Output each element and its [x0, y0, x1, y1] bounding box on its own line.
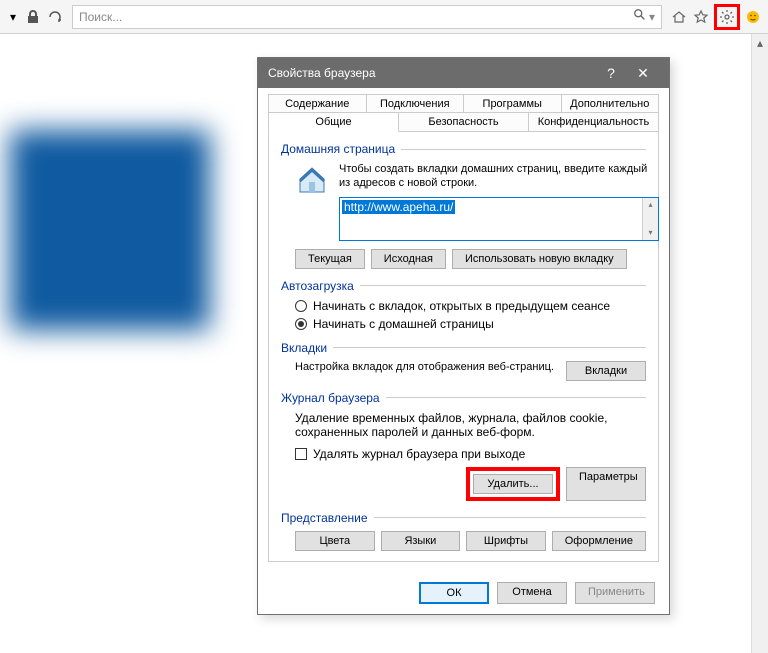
homepage-group-label: Домашняя страница — [281, 142, 395, 156]
tab-advanced[interactable]: Дополнительно — [561, 94, 660, 113]
favorites-icon[interactable] — [692, 8, 710, 26]
use-current-button[interactable]: Текущая — [295, 249, 365, 269]
background-panel — [10, 130, 210, 330]
dialog-titlebar: Свойства браузера ? ✕ — [258, 58, 669, 88]
home-icon[interactable] — [670, 8, 688, 26]
history-group-label: Журнал браузера — [281, 391, 380, 405]
languages-button[interactable]: Языки — [381, 531, 461, 551]
homepage-url-textarea[interactable]: http://www.apeha.ru/ ▴▾ — [339, 197, 659, 241]
textarea-scrollbar[interactable]: ▴▾ — [642, 198, 658, 240]
tabs-desc: Настройка вкладок для отображения веб-ст… — [295, 361, 556, 373]
startup-group: Автозагрузка Начинать с вкладок, открыты… — [281, 279, 646, 331]
tab-programs[interactable]: Программы — [463, 94, 562, 113]
delete-button-highlight: Удалить... — [466, 467, 560, 501]
help-button[interactable]: ? — [595, 65, 627, 81]
search-dropdown-icon[interactable]: ▾ — [649, 10, 655, 24]
dialog-footer: ОК Отмена Применить — [258, 572, 669, 614]
checkbox-icon — [295, 448, 307, 460]
history-desc: Удаление временных файлов, журнала, файл… — [295, 411, 646, 439]
homepage-group: Домашняя страница Чтобы создать вкладки … — [281, 142, 646, 269]
startup-radio-tabs-label: Начинать с вкладок, открытых в предыдуще… — [313, 299, 610, 313]
tab-content[interactable]: Содержание — [268, 94, 367, 113]
tab-connections[interactable]: Подключения — [366, 94, 465, 113]
delete-history-button[interactable]: Удалить... — [473, 474, 553, 494]
tab-privacy[interactable]: Конфиденциальность — [528, 112, 659, 132]
radio-icon — [295, 300, 307, 312]
homepage-icon — [295, 162, 329, 196]
ok-button[interactable]: ОК — [419, 582, 489, 604]
startup-radio-home-label: Начинать с домашней страницы — [313, 317, 494, 331]
nav-dropdown-icon[interactable]: ▾ — [6, 10, 20, 24]
cancel-button[interactable]: Отмена — [497, 582, 567, 604]
startup-group-label: Автозагрузка — [281, 279, 354, 293]
refresh-icon[interactable] — [46, 8, 64, 26]
dialog-tabs: Содержание Подключения Программы Дополни… — [258, 88, 669, 132]
homepage-url-value: http://www.apeha.ru/ — [342, 200, 455, 214]
startup-radio-tabs[interactable]: Начинать с вкладок, открытых в предыдуще… — [295, 299, 646, 313]
search-icon[interactable] — [633, 8, 647, 25]
dialog-title: Свойства браузера — [268, 66, 595, 80]
delete-on-exit-label: Удалять журнал браузера при выходе — [313, 447, 525, 461]
appearance-group-label: Представление — [281, 511, 368, 525]
colors-button[interactable]: Цвета — [295, 531, 375, 551]
page-scrollbar[interactable]: ▴ — [751, 34, 768, 653]
settings-highlight — [714, 4, 740, 30]
tabs-group-label: Вкладки — [281, 341, 327, 355]
delete-on-exit-checkbox[interactable]: Удалять журнал браузера при выходе — [295, 447, 646, 461]
fonts-button[interactable]: Шрифты — [466, 531, 546, 551]
homepage-desc: Чтобы создать вкладки домашних страниц, … — [339, 162, 659, 191]
emoji-icon[interactable] — [744, 8, 762, 26]
use-default-button[interactable]: Исходная — [371, 249, 446, 269]
radio-icon-checked — [295, 318, 307, 330]
tabs-group: Вкладки Настройка вкладок для отображени… — [281, 341, 646, 381]
apply-button[interactable]: Применить — [575, 582, 655, 604]
internet-options-dialog: Свойства браузера ? ✕ Содержание Подключ… — [257, 57, 670, 615]
gear-icon[interactable] — [718, 8, 736, 26]
use-newtab-button[interactable]: Использовать новую вкладку — [452, 249, 627, 269]
close-button[interactable]: ✕ — [627, 65, 659, 82]
tab-general[interactable]: Общие — [268, 112, 399, 132]
accessibility-button[interactable]: Оформление — [552, 531, 646, 551]
history-settings-button[interactable]: Параметры — [566, 467, 646, 501]
scroll-up-icon[interactable]: ▴ — [752, 34, 768, 51]
lock-icon — [24, 8, 42, 26]
search-input[interactable]: Поиск... ▾ — [72, 5, 662, 29]
browser-toolbar: ▾ Поиск... ▾ — [0, 0, 768, 34]
history-group: Журнал браузера Удаление временных файло… — [281, 391, 646, 501]
startup-radio-home[interactable]: Начинать с домашней страницы — [295, 317, 646, 331]
tabs-settings-button[interactable]: Вкладки — [566, 361, 646, 381]
appearance-group: Представление Цвета Языки Шрифты Оформле… — [281, 511, 646, 551]
general-panel: Домашняя страница Чтобы создать вкладки … — [268, 131, 659, 562]
tab-security[interactable]: Безопасность — [398, 112, 529, 132]
search-placeholder: Поиск... — [79, 10, 122, 24]
